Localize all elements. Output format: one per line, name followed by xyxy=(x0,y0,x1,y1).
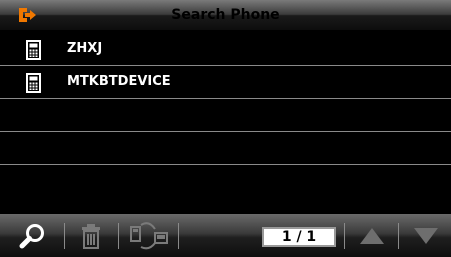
device-name: MTKBTDEVICE xyxy=(67,74,171,89)
toolbar-divider xyxy=(178,223,179,249)
page-down-button[interactable] xyxy=(402,214,450,257)
phone-transfer-icon xyxy=(130,221,168,249)
page-up-button[interactable] xyxy=(348,214,396,257)
page-title: Search Phone xyxy=(171,7,280,23)
search-button[interactable] xyxy=(8,214,58,257)
triangle-down-icon xyxy=(414,227,438,244)
device-name: ZHXJ xyxy=(67,41,103,56)
toolbar-divider xyxy=(64,223,65,249)
pair-button[interactable] xyxy=(122,214,176,257)
list-item[interactable] xyxy=(0,165,451,197)
exit-arrow-icon xyxy=(19,8,36,22)
list-item[interactable]: MTKBTDEVICE xyxy=(0,66,451,99)
list-item[interactable]: ZHXJ xyxy=(0,33,451,66)
trash-icon xyxy=(82,223,100,249)
toolbar-divider xyxy=(398,223,399,249)
toolbar-divider xyxy=(344,223,345,249)
device-list: ZHXJ MTKBTDEVICE xyxy=(0,33,451,213)
delete-button[interactable] xyxy=(68,214,114,257)
list-item[interactable] xyxy=(0,99,451,132)
toolbar-divider xyxy=(118,223,119,249)
list-item[interactable] xyxy=(0,132,451,165)
bottom-toolbar: 1 / 1 xyxy=(0,214,451,257)
search-phone-screen: Search Phone ZHXJ MTKBTDEVICE 1 / 1 xyxy=(0,0,451,257)
phone-icon xyxy=(26,40,41,60)
triangle-up-icon xyxy=(360,227,384,244)
phone-icon xyxy=(26,73,41,93)
title-bar: Search Phone xyxy=(0,0,451,30)
back-button[interactable] xyxy=(8,4,46,26)
magnifier-icon xyxy=(19,223,44,248)
page-indicator: 1 / 1 xyxy=(262,227,336,247)
